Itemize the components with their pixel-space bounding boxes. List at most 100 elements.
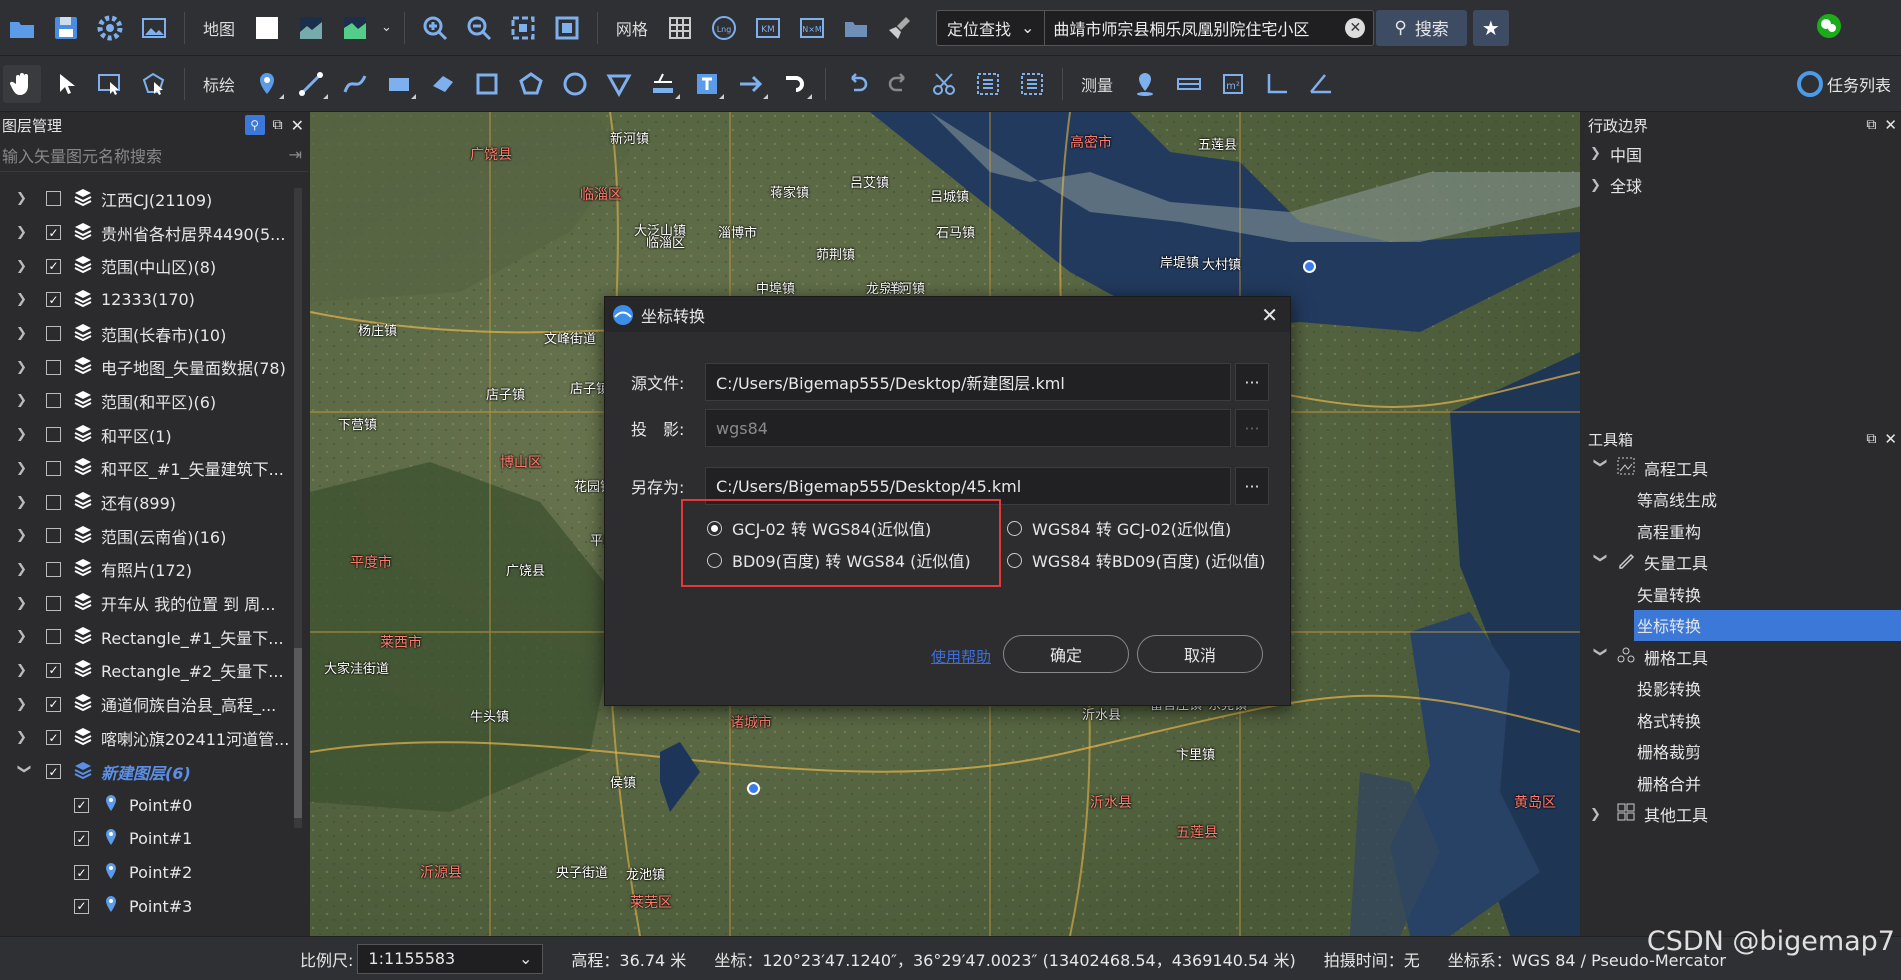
layer-row-selected[interactable]: ❯ ✓ 新建图层(6) [0,755,290,789]
text-annotate-icon[interactable] [644,65,682,103]
measure-distance-icon[interactable] [1170,65,1208,103]
float-window-icon[interactable]: ⧉ [1866,117,1876,133]
tool-item[interactable]: 格式转换 [1582,704,1901,736]
expand-chevron-icon[interactable]: ❯ [16,596,32,611]
expand-chevron-icon[interactable]: ❯ [16,697,32,712]
arrow-right-icon[interactable] [732,65,770,103]
layer-checkbox[interactable]: ✓ [46,225,61,241]
layer-row[interactable]: ❯ ✓ 喀喇沁旗202411河道管... [0,721,290,755]
layer-checkbox[interactable] [46,595,61,611]
layer-row[interactable]: ❯ 有照片(172) [0,553,290,587]
settings-gear-icon[interactable] [91,9,129,47]
layer-checkbox[interactable]: ✓ [46,764,61,780]
layer-checkbox[interactable]: ✓ [46,292,61,308]
grid-icon[interactable] [661,9,699,47]
folder-grid-icon[interactable] [837,9,875,47]
layer-checkbox[interactable] [46,494,61,510]
redo-icon[interactable] [881,65,919,103]
expand-chevron-icon[interactable]: ❯ [16,360,32,375]
poly-select-icon[interactable] [135,65,173,103]
search-button[interactable]: ⚲ 搜索 [1376,9,1467,46]
tool-item[interactable]: 栅格裁剪 [1582,736,1901,768]
layer-checkbox[interactable]: ✓ [46,730,61,746]
layer-checkbox[interactable] [46,427,61,443]
layer-row[interactable]: ❯ 范围(和平区)(6) [0,384,290,418]
float-window-icon[interactable]: ⧉ [273,117,283,133]
latlng-grid-icon[interactable]: Lng [705,9,743,47]
tool-item[interactable]: 高程重构 [1582,515,1901,547]
layer-checkbox[interactable]: ✓ [46,696,61,712]
expand-chevron-icon[interactable]: ❯ [1590,146,1610,161]
curve-icon[interactable] [336,65,374,103]
source-file-field[interactable]: C:/Users/Bigemap555/Desktop/新建图层.kml [705,363,1231,401]
marker-pin-icon[interactable] [248,65,286,103]
radio-wgs-to-bd09[interactable]: WGS84 转BD09(百度) (近似值) [1007,548,1266,572]
layer-row[interactable]: ❯ 江西CJ(21109) [0,182,290,216]
search-input[interactable] [1045,10,1346,45]
tool-item[interactable]: 矢量转换 [1582,578,1901,610]
expand-chevron-icon[interactable]: ❯ [1593,647,1608,667]
zoom-extent-icon[interactable] [504,9,542,47]
admin-item[interactable]: ❯ 全球 [1582,170,1901,202]
map-dropdown-chevron-icon[interactable]: ⌄ [381,20,392,35]
km-grid-icon[interactable]: KM [749,9,787,47]
polygon-fill-icon[interactable] [424,65,462,103]
expand-chevron-icon[interactable]: ❯ [16,427,32,442]
layer-row[interactable]: ❯ 和平区_#1_矢量建筑下... [0,452,290,486]
radio-gcj-to-wgs[interactable]: GCJ-02 转 WGS84(近似值) [707,516,931,540]
layer-checkbox[interactable] [46,393,61,409]
blank-map-icon[interactable] [248,9,286,47]
expand-chevron-icon[interactable]: ❯ [16,528,32,543]
layer-row[interactable]: ❯ ✓ Rectangle_#2_矢量下... [0,654,290,688]
layer-row[interactable]: ❯ ✓ 12333(170) [0,283,290,317]
search-icon[interactable]: ⚲ [244,115,265,135]
tool-group[interactable]: ❯ 高程工具 [1582,452,1901,484]
ok-button[interactable]: 确定 [1003,635,1129,673]
close-icon[interactable]: ✕ [1884,430,1897,448]
line-icon[interactable] [292,65,330,103]
image-icon[interactable] [135,9,173,47]
expand-chevron-icon[interactable]: ❯ [16,461,32,476]
text-box-icon[interactable] [688,65,726,103]
zoom-in-icon[interactable] [416,9,454,47]
point-row[interactable]: ✓ Point#3 [0,889,290,923]
scale-select[interactable]: 1:1155583 ⌄ [357,943,544,974]
layer-filter-input[interactable]: 输入矢量图元名称搜索 [2,143,162,167]
expand-chevron-icon[interactable]: ❯ [1593,552,1608,572]
layer-row[interactable]: ❯ Rectangle_#1_矢量下... [0,620,290,654]
layer-checkbox[interactable] [46,460,61,476]
favorite-star-icon[interactable]: ★ [1472,9,1509,46]
satellite-map-icon[interactable] [292,9,330,47]
radio-bd09-to-wgs[interactable]: BD09(百度) 转 WGS84 (近似值) [707,548,971,572]
point-row[interactable]: ✓ Point#1 [0,822,290,856]
undo-icon[interactable] [837,65,875,103]
save-icon[interactable] [47,9,85,47]
help-link[interactable]: 使用帮助 [931,646,991,667]
tool-item[interactable]: 投影转换 [1582,673,1901,705]
expand-chevron-icon[interactable]: ❯ [16,326,32,341]
layer-checkbox[interactable] [46,629,61,645]
browse-source-button[interactable]: ··· [1235,363,1269,401]
cut-scissors-icon[interactable] [925,65,963,103]
close-icon[interactable]: ✕ [1261,303,1278,327]
expand-chevron-icon[interactable]: ❯ [16,495,32,510]
point-row[interactable]: ✓ Point#2 [0,856,290,890]
pentagon-icon[interactable] [512,65,550,103]
expand-chevron-icon[interactable]: ❯ [16,393,32,408]
pan-hand-icon[interactable] [3,64,41,103]
layer-checkbox[interactable]: ✓ [46,258,61,274]
point-marker[interactable] [1303,260,1316,273]
circle-icon[interactable] [556,65,594,103]
task-list-button[interactable]: 任务列表 [1796,70,1891,97]
layer-row[interactable]: ❯ 电子地图_矢量面数据(78) [0,350,290,384]
point-checkbox[interactable]: ✓ [74,831,89,847]
expand-chevron-icon[interactable]: ❯ [16,259,32,274]
admin-item[interactable]: ❯ 中国 [1582,138,1901,170]
fullscreen-icon[interactable] [548,9,586,47]
wechat-icon[interactable] [1815,12,1843,44]
measure-azimuth-icon[interactable] [1302,65,1340,103]
close-icon[interactable]: ✕ [1884,116,1897,134]
layer-scrollbar[interactable] [294,188,302,828]
radio-wgs-to-gcj[interactable]: WGS84 转 GCJ-02(近似值) [1007,516,1231,540]
measure-point-icon[interactable] [1126,65,1164,103]
